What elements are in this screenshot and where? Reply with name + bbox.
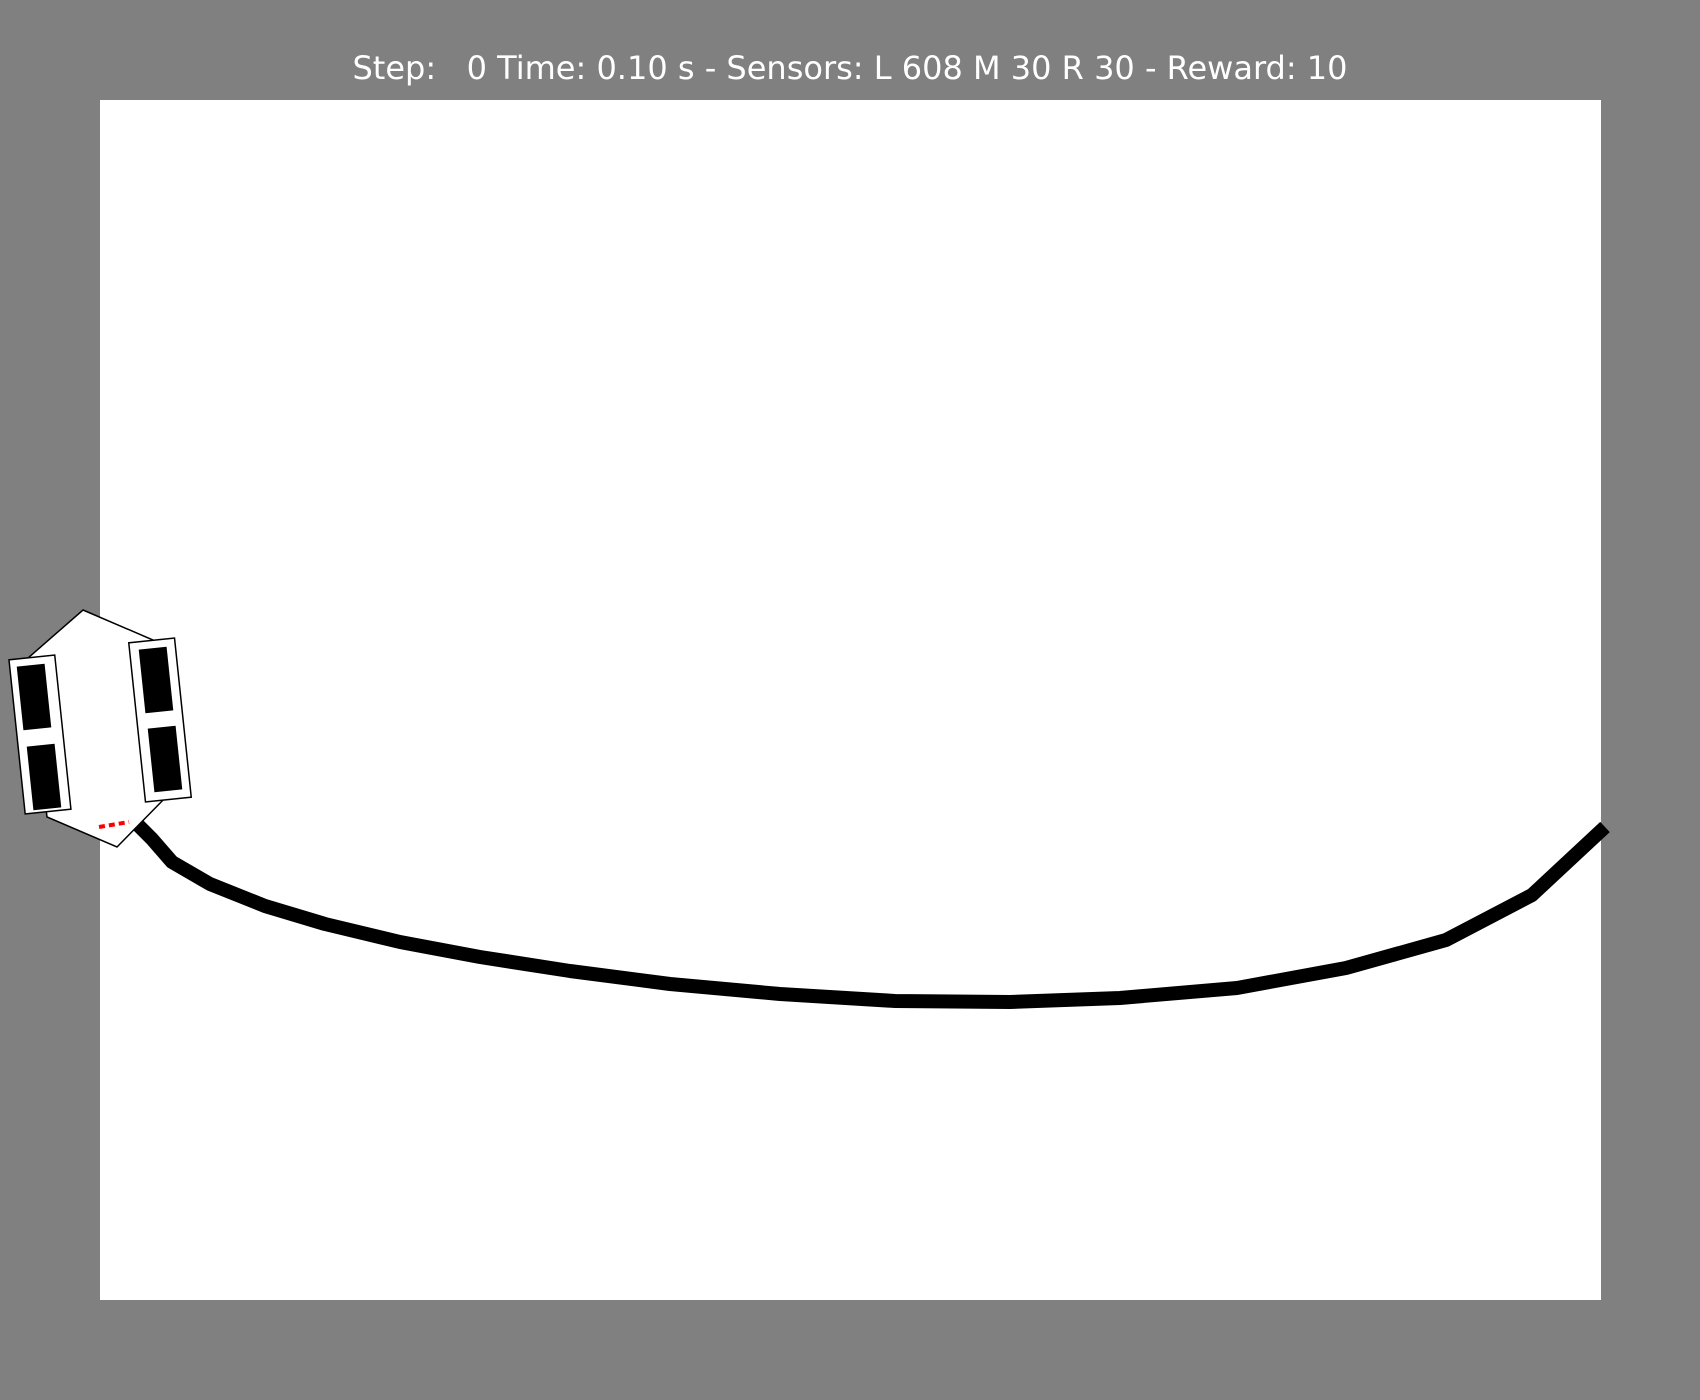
simulation-window: Step: 0 Time: 0.10 s - Sensors: L 608 M … (0, 0, 1700, 1400)
arena (100, 100, 1601, 1300)
arena-canvas (8, 100, 1610, 1300)
